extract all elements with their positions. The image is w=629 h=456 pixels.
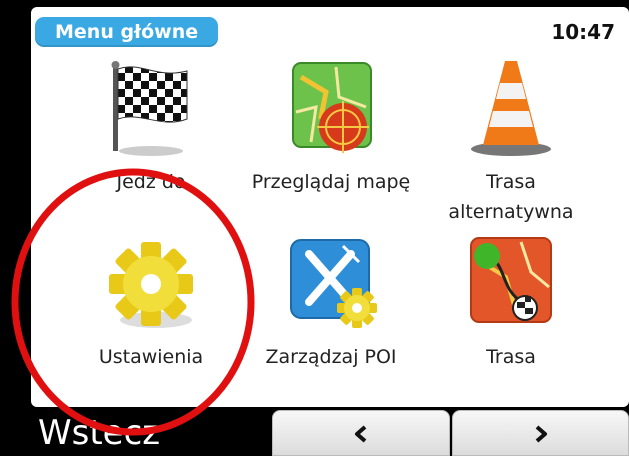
menu-item-navigate-to[interactable]: Jedź do: [61, 57, 241, 232]
route-map-icon: [470, 237, 552, 323]
map-browse-icon: [292, 62, 372, 153]
traffic-cone-icon: [471, 61, 551, 156]
menu-item-label: Ustawienia: [98, 346, 204, 368]
back-button[interactable]: Wstecz: [38, 410, 160, 456]
next-button[interactable]: [452, 410, 629, 456]
main-menu-panel: Menu główne 10:47 Jedź do Przeglądaj map…: [31, 7, 629, 407]
menu-item-browse-map[interactable]: Przeglądaj mapę: [241, 57, 421, 232]
clock: 10:47: [551, 20, 615, 44]
menu-item-route[interactable]: Trasa: [421, 232, 601, 407]
menu-item-manage-poi[interactable]: Zarządzaj POI: [241, 232, 421, 407]
page-title: Menu główne: [35, 17, 219, 47]
device-screen: Menu główne 10:47 Jedź do Przeglądaj map…: [0, 0, 629, 456]
gear-icon: [109, 242, 193, 328]
chevron-right-icon: [535, 425, 547, 443]
menu-item-label: Przeglądaj mapę: [251, 171, 411, 193]
menu-item-alternative-route[interactable]: Trasa alternatywna: [421, 57, 601, 232]
checkered-flag-icon: [111, 61, 188, 156]
chevron-left-icon: [355, 425, 367, 443]
menu-item-settings[interactable]: Ustawienia: [61, 232, 241, 407]
poi-fork-knife-icon: [290, 239, 377, 328]
menu-item-label: Trasa alternatywna: [448, 171, 574, 223]
menu-item-label: Jedź do: [116, 171, 186, 193]
menu-item-label: Zarządzaj POI: [265, 346, 397, 368]
previous-button[interactable]: [272, 410, 450, 456]
menu-item-label: Trasa: [486, 346, 536, 368]
